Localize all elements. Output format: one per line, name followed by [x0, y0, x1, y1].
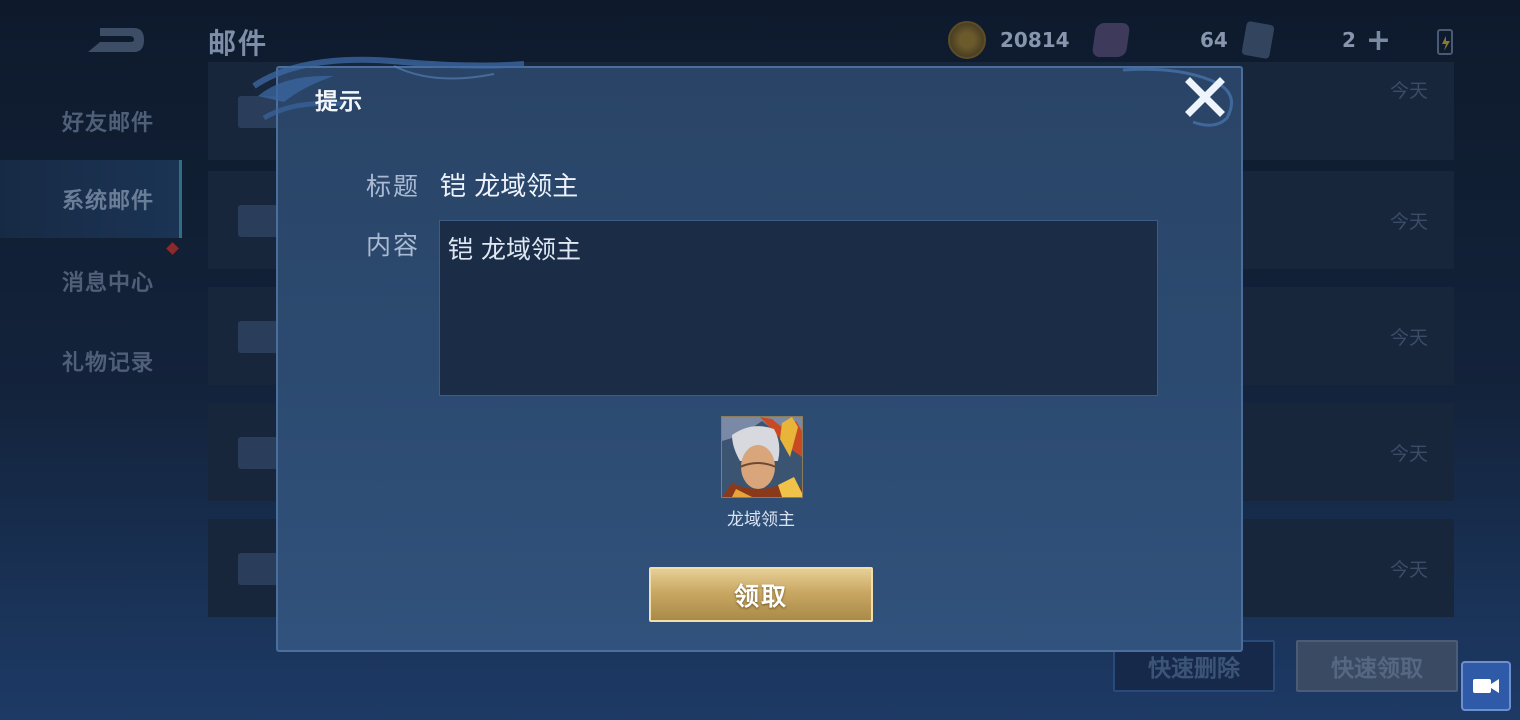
- mail-detail-dialog: 提示 标题 铠 龙域领主 内容 铠 龙域领主 龙域领主 领取: [252, 56, 1243, 652]
- sidebar-item-message-center[interactable]: 消息中心: [0, 242, 182, 320]
- diamond-value: 64: [1200, 28, 1228, 52]
- content-textarea: 铠 龙域领主: [439, 220, 1158, 396]
- sidebar-item-label: 礼物记录: [62, 351, 155, 376]
- sidebar-item-label: 消息中心: [62, 271, 155, 296]
- battery-icon: [1437, 29, 1453, 55]
- gold-counter: 20814: [948, 21, 1070, 59]
- mail-date: 今天: [1389, 559, 1428, 581]
- video-camera-icon: [1473, 679, 1499, 693]
- add-icon[interactable]: +: [1366, 23, 1391, 58]
- close-icon[interactable]: [1184, 76, 1226, 118]
- subject-value: 铠 龙域领主: [440, 172, 579, 202]
- envelope-icon: [238, 553, 278, 585]
- back-arrow-icon[interactable]: [80, 22, 146, 58]
- subject-label: 标题: [366, 172, 421, 201]
- dialog-title: 提示: [315, 89, 363, 115]
- envelope-icon: [238, 321, 278, 353]
- sidebar-item-label: 好友邮件: [62, 111, 155, 136]
- diamond-icon: [1091, 23, 1131, 57]
- sidebar-item-label: 系统邮件: [62, 189, 155, 214]
- quick-claim-button[interactable]: 快速领取: [1296, 640, 1458, 692]
- diamond-counter: 64: [1091, 22, 1228, 58]
- ticket-counter: 2 +: [1241, 20, 1391, 60]
- ornament-swirl-left: [252, 56, 525, 121]
- mail-date: 今天: [1389, 211, 1428, 233]
- mail-date: 今天: [1389, 443, 1428, 465]
- ticket-icon: [1241, 20, 1275, 60]
- hero-portrait-icon: [722, 417, 802, 497]
- ticket-value: 2: [1342, 28, 1356, 52]
- reward-name: 龙域领主: [727, 510, 795, 530]
- content-value: 铠 龙域领主: [448, 235, 581, 264]
- gold-value: 20814: [1000, 28, 1070, 52]
- mail-date: 今天: [1389, 327, 1428, 349]
- gold-coin-icon: [948, 21, 986, 59]
- claim-button[interactable]: 领取: [649, 567, 873, 622]
- sidebar-item-system-mail[interactable]: 系统邮件: [0, 160, 182, 238]
- content-label: 内容: [366, 231, 421, 260]
- sidebar-item-gift-record[interactable]: 礼物记录: [0, 322, 182, 400]
- envelope-icon: [238, 205, 278, 237]
- screen-record-button[interactable]: [1461, 661, 1511, 711]
- reward-skin-icon[interactable]: [721, 416, 803, 498]
- envelope-icon: [238, 437, 278, 469]
- sidebar-item-friend-mail[interactable]: 好友邮件: [0, 82, 182, 160]
- mail-date: 今天: [1389, 80, 1428, 102]
